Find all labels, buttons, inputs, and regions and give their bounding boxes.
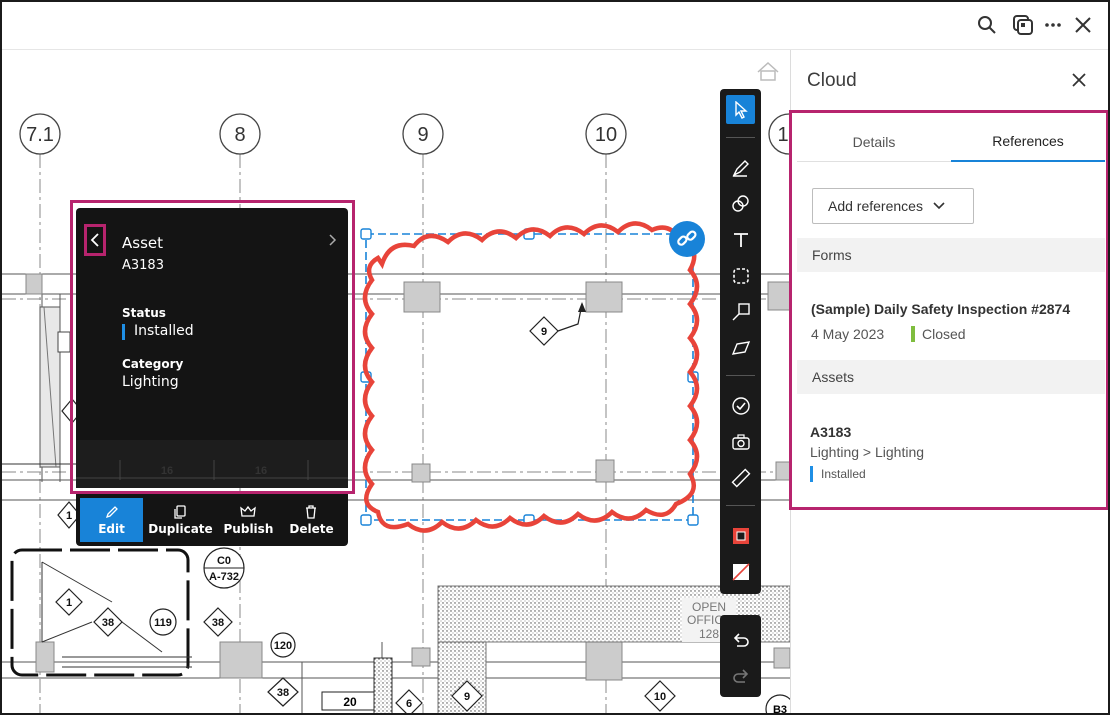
camera-icon[interactable]: [726, 427, 755, 456]
asset-reference-status: Installed: [821, 467, 866, 481]
close-icon[interactable]: [1072, 14, 1094, 36]
grid-label: 8: [234, 124, 245, 146]
tag-label: 9: [541, 326, 547, 338]
callout-bottom: A-732: [209, 571, 239, 583]
grid-label: 1: [777, 124, 788, 146]
asset-id: A3183: [122, 258, 164, 273]
delete-button[interactable]: Delete: [279, 498, 344, 542]
redo-icon[interactable]: [726, 661, 755, 690]
duplicate-label: Duplicate: [148, 521, 213, 536]
status-indicator: [122, 324, 125, 340]
dim-label: 16: [255, 465, 267, 477]
history-toolbar: [720, 615, 761, 697]
forms-section-header: Forms: [797, 238, 1105, 272]
top-bar: [2, 2, 1108, 50]
publish-label: Publish: [223, 521, 274, 536]
stroke-color-icon[interactable]: [726, 521, 755, 550]
add-references-label: Add references: [828, 198, 923, 214]
select-icon[interactable]: [726, 95, 755, 124]
tag-label: 120: [274, 640, 292, 652]
checkmark-icon[interactable]: [726, 391, 755, 420]
dim-label: 16: [161, 465, 173, 477]
tag-label: 1: [66, 510, 72, 522]
measure-icon[interactable]: [726, 463, 755, 492]
category-value: Lighting: [122, 374, 179, 390]
tag-label: 6: [406, 698, 412, 710]
add-references-button[interactable]: Add references: [812, 188, 974, 224]
panel-title: Cloud: [807, 70, 857, 91]
grid-label: 9: [417, 124, 428, 146]
tag-label: 38: [102, 617, 114, 629]
form-reference-title[interactable]: (Sample) Daily Safety Inspection #2874: [811, 301, 1070, 317]
more-icon[interactable]: [1042, 14, 1064, 36]
compare-icon[interactable]: [1012, 14, 1034, 36]
panel-tabs: Details References: [797, 122, 1105, 162]
trash-icon: [306, 504, 317, 519]
asset-reference-id[interactable]: A3183: [810, 424, 851, 440]
polyline-icon[interactable]: [726, 333, 755, 362]
callout-icon[interactable]: [726, 297, 755, 326]
form-status-indicator: [911, 326, 915, 342]
pencil-icon: [105, 505, 118, 518]
tag-label: 10: [654, 691, 666, 703]
tag-label: 119: [154, 617, 172, 629]
publish-button[interactable]: Publish: [218, 498, 279, 542]
panel-close-icon[interactable]: [1072, 72, 1088, 88]
edit-button[interactable]: Edit: [80, 498, 144, 542]
tab-references[interactable]: References: [951, 122, 1105, 162]
tab-details[interactable]: Details: [797, 122, 951, 162]
tag-label: 38: [212, 617, 224, 629]
fill-color-icon[interactable]: [726, 557, 755, 586]
category-label: Category: [122, 357, 184, 371]
next-chevron-icon[interactable]: [326, 232, 340, 248]
app-window: 7.1 8 9 10 1 OPEN OFFICE 128 9 1 38 38 3…: [0, 0, 1110, 715]
asset-action-bar: Edit Duplicate Publish Delete: [76, 494, 348, 546]
back-chevron-icon[interactable]: [88, 230, 102, 250]
delete-label: Delete: [289, 521, 334, 536]
room-label: OPEN: [692, 600, 726, 614]
home-icon: [757, 61, 779, 81]
search-icon[interactable]: [976, 14, 998, 36]
asset-title: Asset: [122, 234, 164, 252]
asset-status-indicator: [810, 466, 813, 482]
tag-label: 9: [464, 691, 470, 703]
duplicate-button[interactable]: Duplicate: [143, 498, 218, 542]
corner-tag: B3: [773, 704, 787, 715]
asset-popup: Asset A3183 Status Installed Category Li…: [76, 208, 348, 488]
form-reference-date: 4 May 2023: [811, 326, 885, 342]
tag-label: 1: [66, 597, 72, 609]
crown-icon: [240, 505, 257, 517]
cloud-icon[interactable]: [726, 261, 755, 290]
tag-label: 38: [277, 687, 289, 699]
room-label: 128: [699, 627, 719, 641]
revision-cloud: [362, 221, 700, 533]
edit-label: Edit: [98, 521, 125, 536]
assets-section-header: Assets: [797, 360, 1105, 394]
grid-label: 10: [595, 124, 617, 146]
duplicate-icon: [174, 504, 187, 519]
undo-icon[interactable]: [726, 625, 755, 654]
properties-panel: Cloud Details References Add references …: [790, 50, 1108, 713]
status-value: Installed: [134, 323, 194, 339]
tag-label: 20: [343, 695, 357, 709]
markup-toolbar: [720, 89, 761, 594]
pen-icon[interactable]: [726, 153, 755, 182]
dimension-strip: 16 16: [76, 440, 348, 488]
status-label: Status: [122, 306, 166, 320]
asset-reference-category: Lighting > Lighting: [810, 444, 925, 460]
text-icon[interactable]: [726, 225, 755, 254]
form-reference-status: Closed: [922, 326, 966, 342]
shapes-icon[interactable]: [726, 189, 755, 218]
grid-label: 7.1: [26, 124, 54, 146]
callout-top: C0: [217, 555, 231, 567]
chevron-down-icon: [933, 202, 945, 210]
